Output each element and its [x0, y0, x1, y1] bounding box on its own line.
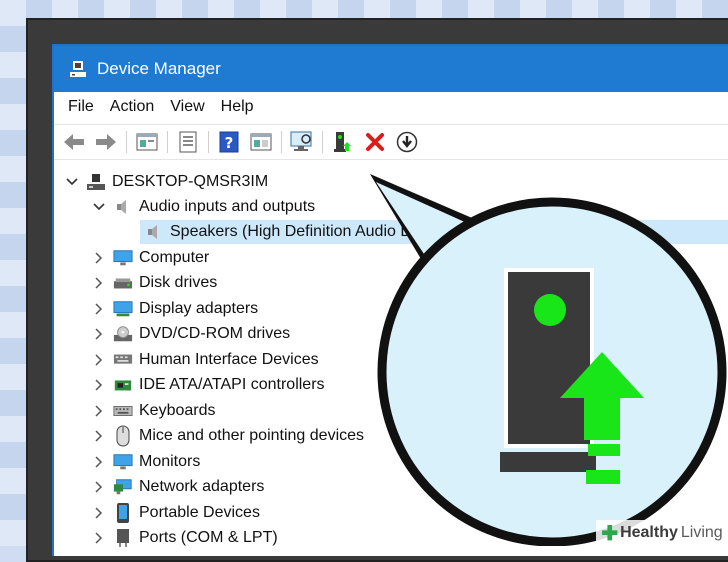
- svg-text:?: ?: [225, 134, 234, 152]
- watermark-brand: Healthy: [620, 524, 678, 541]
- chevron-right-icon[interactable]: [91, 326, 107, 342]
- tree-root[interactable]: DESKTOP-QMSR3IM: [64, 170, 268, 194]
- tree-category-label: Network adapters: [139, 478, 265, 495]
- tree-category-network-adapters[interactable]: Network adapters: [91, 475, 264, 499]
- display-adapter-icon: [113, 300, 133, 318]
- tree-category-label: Disk drives: [139, 274, 218, 291]
- chevron-right-icon[interactable]: [91, 505, 107, 521]
- chevron-right-icon[interactable]: [91, 301, 107, 317]
- back-icon[interactable]: [62, 130, 86, 154]
- tree-device-speakers[interactable]: Speakers (High Definition Audio Device): [140, 220, 728, 244]
- chevron-right-icon[interactable]: [91, 530, 107, 546]
- tree-category-label: IDE ATA/ATAPI controllers: [139, 376, 325, 393]
- computer-icon: [86, 173, 106, 191]
- port-icon: [113, 529, 133, 547]
- tree-category-audio[interactable]: Audio inputs and outputs: [91, 195, 315, 219]
- menu-view[interactable]: View: [164, 98, 214, 116]
- tree-category-label: Portable Devices: [139, 504, 260, 521]
- speaker-icon: [144, 223, 164, 241]
- chevron-right-icon[interactable]: [91, 275, 107, 291]
- tree-category-label: Keyboards: [139, 402, 216, 419]
- device-tree: DESKTOP-QMSR3IM Audio inputs and outputs…: [54, 164, 728, 556]
- toolbar-separator: [167, 131, 168, 153]
- help-icon[interactable]: ?: [217, 130, 241, 154]
- properties-icon[interactable]: [135, 130, 159, 154]
- tree-category-ports[interactable]: Ports (COM & LPT): [91, 526, 278, 550]
- title-bar[interactable]: Device Manager: [54, 46, 728, 92]
- download-icon[interactable]: [395, 130, 419, 154]
- hid-icon: [113, 351, 133, 369]
- chevron-right-icon[interactable]: [91, 428, 107, 444]
- tree-category-portable-devices[interactable]: Portable Devices: [91, 501, 260, 525]
- tree-category-ide-controllers[interactable]: IDE ATA/ATAPI controllers: [91, 373, 325, 397]
- device-manager-window: Device Manager File Action View Help ? D…: [52, 44, 728, 556]
- show-hide-icon[interactable]: [176, 130, 200, 154]
- chevron-down-icon[interactable]: [64, 174, 80, 190]
- toolbar-separator: [208, 131, 209, 153]
- tree-category-label: Mice and other pointing devices: [139, 427, 365, 444]
- uninstall-icon[interactable]: [363, 130, 387, 154]
- view-icon[interactable]: [249, 130, 273, 154]
- toolbar-separator: [281, 131, 282, 153]
- chevron-right-icon[interactable]: [91, 250, 107, 266]
- tree-category-label: Ports (COM & LPT): [139, 529, 278, 546]
- controller-icon: [113, 376, 133, 394]
- tree-category-hid[interactable]: Human Interface Devices: [91, 348, 319, 372]
- tree-category-label: Audio inputs and outputs: [139, 198, 316, 215]
- update-driver-icon[interactable]: [331, 130, 355, 154]
- watermark-brand-2: Living: [680, 524, 723, 541]
- menu-file[interactable]: File: [54, 98, 104, 116]
- plus-icon: ✚: [601, 522, 619, 545]
- chevron-right-icon[interactable]: [91, 377, 107, 393]
- tree-device-label: Speakers (High Definition Audio Device): [170, 223, 455, 240]
- disk-drive-icon: [113, 274, 133, 292]
- menu-bar: File Action View Help: [54, 92, 728, 122]
- menu-help[interactable]: Help: [215, 98, 264, 116]
- window-title: Device Manager: [97, 59, 221, 78]
- chevron-right-icon[interactable]: [91, 403, 107, 419]
- tree-category-keyboards[interactable]: Keyboards: [91, 399, 216, 423]
- chevron-right-icon[interactable]: [91, 479, 107, 495]
- tree-root-label: DESKTOP-QMSR3IM: [112, 173, 269, 190]
- mouse-icon: [113, 425, 133, 447]
- tree-category-mice[interactable]: Mice and other pointing devices: [91, 424, 364, 448]
- speaker-icon: [113, 198, 133, 216]
- forward-icon[interactable]: [94, 130, 118, 154]
- tree-category-display-adapters[interactable]: Display adapters: [91, 297, 258, 321]
- portable-device-icon: [113, 503, 133, 523]
- toolbar: ?: [54, 124, 728, 160]
- chevron-right-icon[interactable]: [91, 454, 107, 470]
- monitor-icon: [113, 249, 133, 267]
- toolbar-separator: [126, 131, 127, 153]
- tree-category-label: Human Interface Devices: [139, 351, 319, 368]
- menu-action[interactable]: Action: [104, 98, 164, 116]
- device-manager-icon: [70, 61, 86, 77]
- dvd-drive-icon: [113, 325, 133, 343]
- monitor-icon: [113, 453, 133, 471]
- network-adapter-icon: [113, 478, 133, 496]
- scan-hardware-icon[interactable]: [290, 130, 314, 154]
- tree-category-computer[interactable]: Computer: [91, 246, 209, 270]
- watermark-logo: ✚ Healthy Living: [596, 520, 728, 546]
- tree-category-disk-drives[interactable]: Disk drives: [91, 271, 217, 295]
- keyboard-icon: [113, 402, 133, 420]
- tree-category-dvd-drives[interactable]: DVD/CD-ROM drives: [91, 322, 290, 346]
- chevron-right-icon[interactable]: [91, 352, 107, 368]
- toolbar-separator: [322, 131, 323, 153]
- tree-category-label: Computer: [139, 249, 210, 266]
- tree-category-label: Monitors: [139, 453, 201, 470]
- tree-category-label: DVD/CD-ROM drives: [139, 325, 291, 342]
- tree-category-label: Display adapters: [139, 300, 259, 317]
- tree-category-monitors[interactable]: Monitors: [91, 450, 200, 474]
- chevron-down-icon[interactable]: [91, 199, 107, 215]
